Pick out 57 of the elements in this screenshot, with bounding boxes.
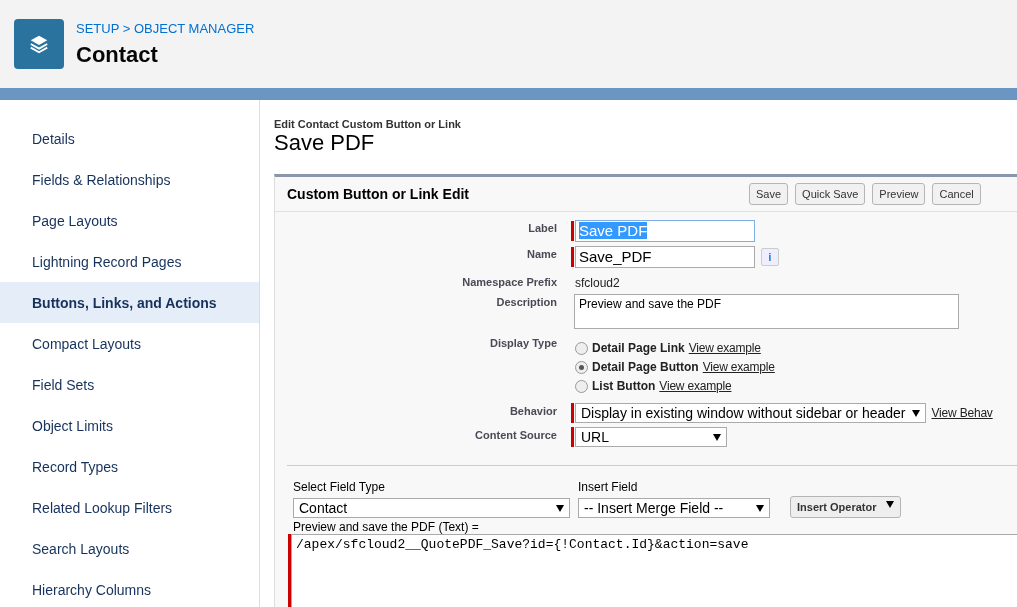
field-value: sfcloud2	[575, 275, 621, 290]
caret-icon	[911, 409, 920, 417]
field-label: Namespace Prefix	[461, 275, 557, 288]
radio-button[interactable]	[575, 379, 588, 393]
caret-icon	[886, 501, 895, 508]
option-label: List Button	[592, 379, 656, 393]
text-field[interactable]: Save_PDF	[575, 246, 755, 268]
caret-icon	[713, 433, 721, 441]
object-title: Contact	[76, 41, 159, 68]
sidebar-item[interactable]: Buttons, Links, and Actions	[0, 282, 259, 323]
dropdown[interactable]: Display in existing window without sidebar or header	[575, 403, 926, 423]
field-label: Insert Field	[578, 480, 639, 494]
field-label: Select Field Type	[293, 480, 386, 494]
sidebar-item[interactable]: Record Types	[0, 446, 259, 487]
description-field[interactable]: Preview and save the PDF	[574, 294, 959, 329]
caret-icon	[556, 504, 564, 512]
panel-button[interactable]: Save	[749, 183, 789, 205]
field-label: Display Type	[488, 336, 557, 349]
sidebar-item[interactable]: Related Lookup Filters	[0, 487, 259, 528]
panel-button[interactable]: Quick Save	[795, 183, 866, 205]
sidebar-item[interactable]: Search Layouts	[0, 528, 259, 569]
breadcrumb-link[interactable]: SETUP > OBJECT MANAGER	[76, 20, 255, 36]
sidebar-item[interactable]: Field Sets	[0, 364, 259, 405]
field-label: Name	[526, 247, 557, 260]
layers-icon	[14, 19, 64, 69]
option-label: Detail Page Link	[592, 341, 685, 355]
field-label: Behavior	[508, 404, 557, 417]
panel-button[interactable]: Preview	[872, 183, 926, 205]
formula-editor[interactable]: /apex/sfcloud2__QuotePDF_Save?id={!Contact.Id}&action=save	[291, 534, 1017, 607]
info-button[interactable]: i	[761, 248, 779, 266]
option-label: Detail Page Button	[592, 360, 699, 374]
view-example-link[interactable]: View example	[659, 379, 732, 393]
panel-button[interactable]: Cancel	[932, 183, 981, 205]
caret-icon	[756, 504, 764, 512]
page-subtitle: Edit Contact Custom Button or Link	[274, 118, 462, 130]
dropdown[interactable]: Contact	[293, 498, 570, 518]
dropdown[interactable]: URL	[575, 427, 727, 447]
insert-operator-button[interactable]: Insert Operator	[790, 496, 902, 518]
sidebar-item[interactable]: Fields & Relationships	[0, 159, 259, 200]
editor-label: Preview and save the PDF (Text) =	[292, 520, 480, 534]
panel-title: Custom Button or Link Edit	[287, 186, 470, 202]
field-label: Content Source	[474, 428, 557, 441]
page-title: Save PDF	[274, 130, 376, 156]
sidebar-item[interactable]: Compact Layouts	[0, 323, 259, 364]
field-label: Label	[527, 221, 557, 234]
radio-button[interactable]	[575, 360, 588, 374]
view-example-link[interactable]: View example	[702, 360, 775, 374]
field-label: Description	[495, 295, 557, 308]
sidebar-item[interactable]: Object Limits	[0, 405, 259, 446]
sidebar-item[interactable]: Page Layouts	[0, 200, 259, 241]
sidebar-item[interactable]: Hierarchy Columns	[0, 569, 259, 607]
sidebar-item[interactable]: Details	[0, 118, 259, 159]
dropdown[interactable]: -- Insert Merge Field --	[578, 498, 770, 518]
radio-button[interactable]	[575, 341, 588, 355]
view-example-link[interactable]: View example	[688, 341, 761, 355]
view-behavior-link[interactable]: View Behav	[931, 406, 993, 420]
sidebar-item[interactable]: Lightning Record Pages	[0, 241, 259, 282]
